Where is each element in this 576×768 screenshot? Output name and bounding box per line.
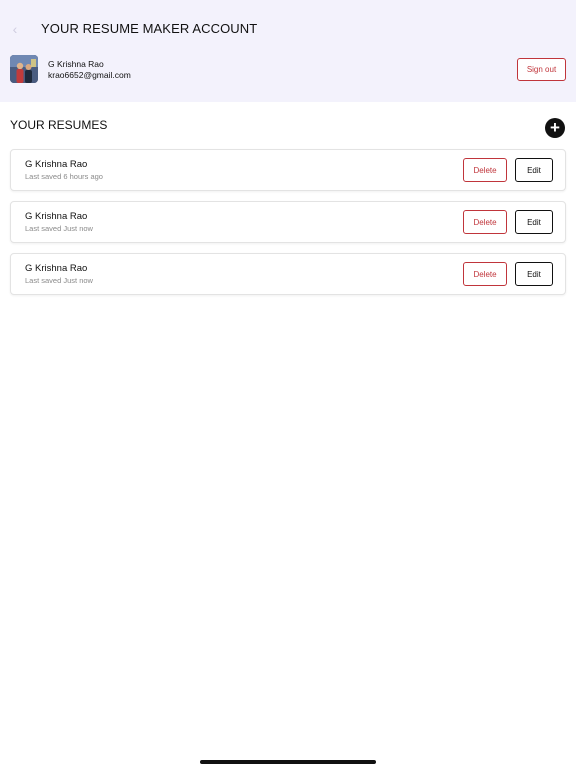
delete-button[interactable]: Delete: [463, 262, 507, 286]
account-header: ‹ YOUR RESUME MAKER ACCOUNT G Krishna Ra…: [0, 0, 576, 102]
delete-button[interactable]: Delete: [463, 158, 507, 182]
page-title: YOUR RESUME MAKER ACCOUNT: [41, 21, 258, 36]
edit-button[interactable]: Edit: [515, 262, 553, 286]
chevron-left-icon[interactable]: ‹: [6, 20, 24, 38]
home-indicator[interactable]: [200, 760, 376, 764]
resume-last-saved: Last saved 6 hours ago: [25, 172, 103, 181]
edit-button[interactable]: Edit: [515, 210, 553, 234]
avatar: [10, 55, 38, 83]
resume-card[interactable]: G Krishna Rao Last saved Just now Delete…: [10, 253, 566, 295]
add-resume-button[interactable]: +: [545, 118, 565, 138]
resume-name: G Krishna Rao: [25, 263, 88, 274]
resume-last-saved: Last saved Just now: [25, 276, 93, 285]
plus-circle-icon: +: [550, 118, 560, 137]
resume-name: G Krishna Rao: [25, 159, 88, 170]
edit-button[interactable]: Edit: [515, 158, 553, 182]
profile-photo-icon: [10, 55, 38, 83]
user-name: G Krishna Rao: [48, 59, 104, 69]
delete-button[interactable]: Delete: [463, 210, 507, 234]
sign-out-button[interactable]: Sign out: [517, 58, 566, 81]
resume-card[interactable]: G Krishna Rao Last saved Just now Delete…: [10, 201, 566, 243]
user-email: krao6652@gmail.com: [48, 70, 131, 80]
resume-last-saved: Last saved Just now: [25, 224, 93, 233]
resume-card[interactable]: G Krishna Rao Last saved 6 hours ago Del…: [10, 149, 566, 191]
section-title: YOUR RESUMES: [10, 118, 108, 132]
resume-name: G Krishna Rao: [25, 211, 88, 222]
